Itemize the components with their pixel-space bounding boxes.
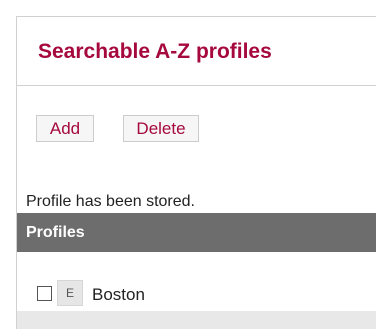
profile-name[interactable]: Boston (92, 285, 145, 305)
profiles-section-header: Profiles (17, 213, 376, 252)
page-title: Searchable A-Z profiles (38, 40, 272, 63)
delete-button[interactable]: Delete (123, 115, 199, 142)
panel-header: Searchable A-Z profiles (17, 17, 376, 86)
toolbar: Add Delete (17, 87, 376, 183)
add-button[interactable]: Add (36, 115, 94, 142)
list-footer (17, 311, 376, 329)
edit-button[interactable]: E (57, 280, 83, 306)
profiles-panel: Searchable A-Z profiles Add Delete Profi… (16, 16, 376, 329)
status-message: Profile has been stored. (26, 193, 195, 210)
list-item: E Boston (17, 252, 376, 308)
profile-checkbox[interactable] (37, 286, 52, 301)
